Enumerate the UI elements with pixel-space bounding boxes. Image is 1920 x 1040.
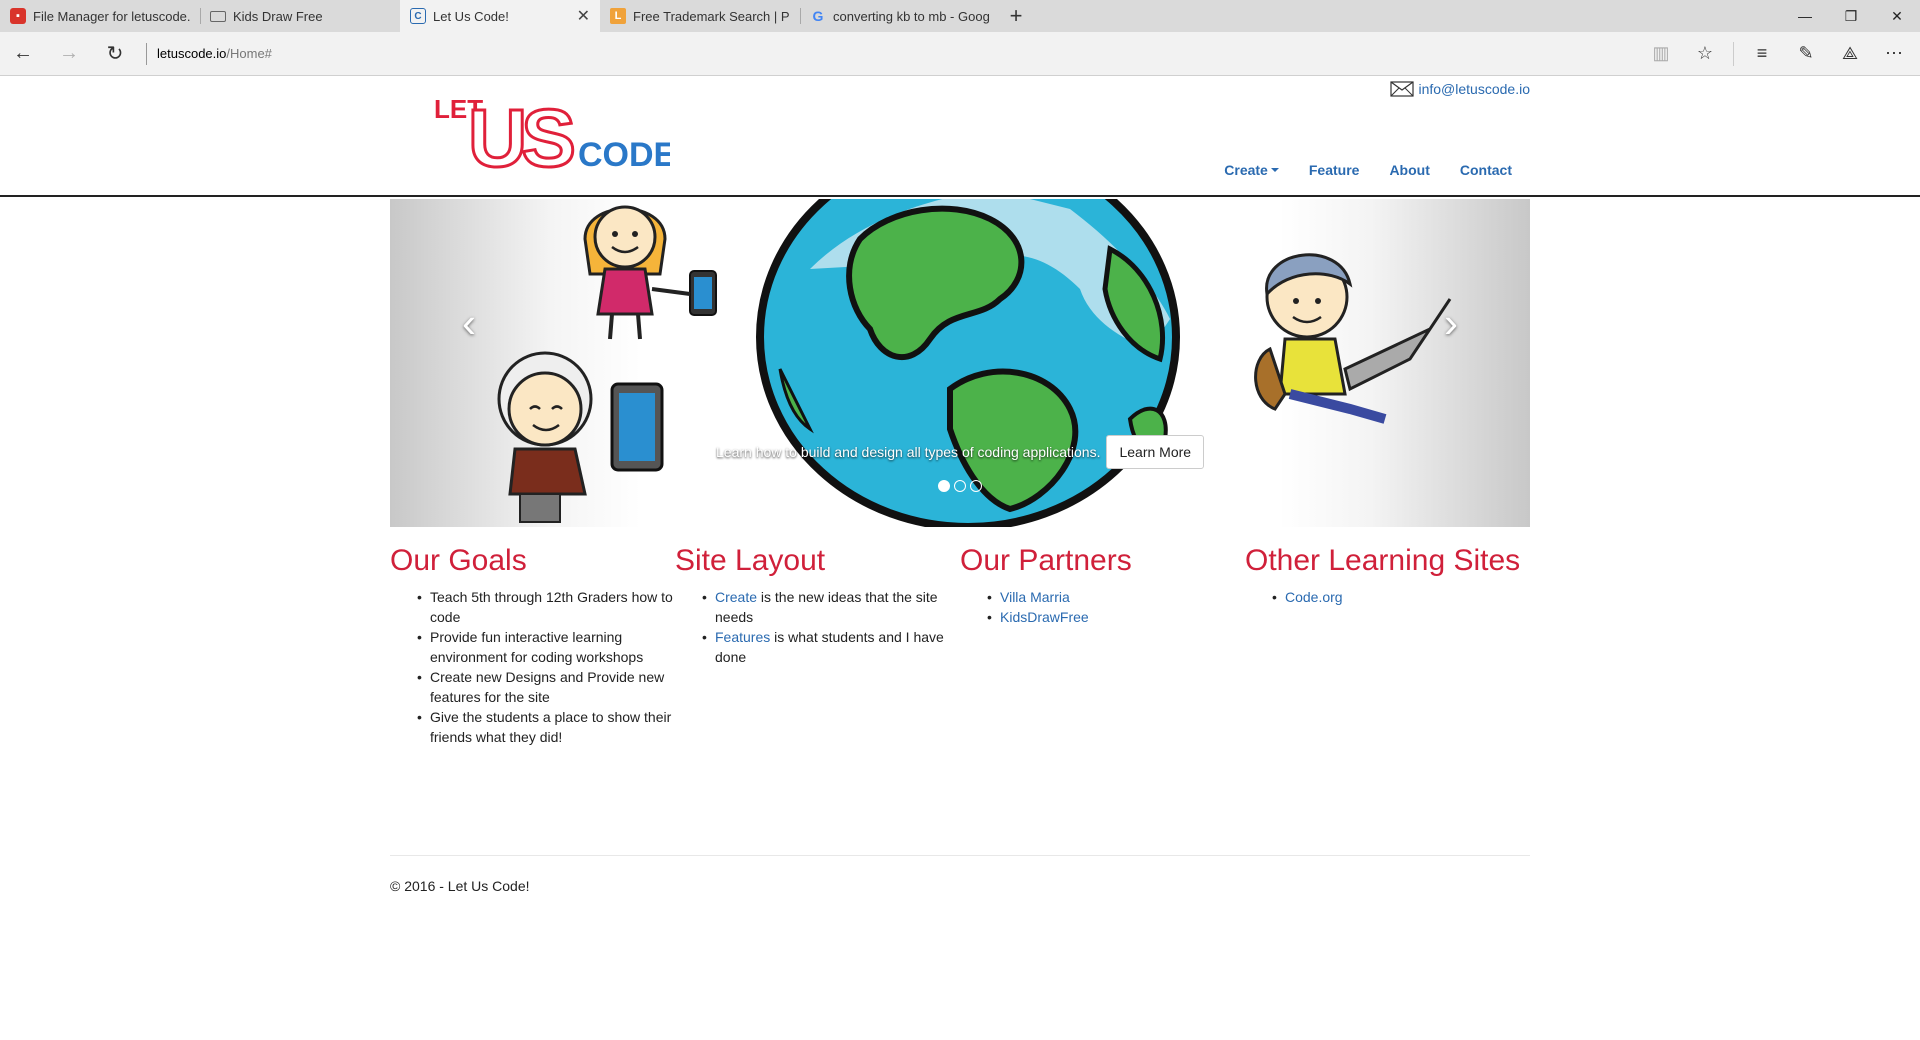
nav-create[interactable]: Create <box>1224 162 1279 178</box>
tab-google-search[interactable]: G converting kb to mb - Goog <box>800 0 1000 32</box>
code-org-link[interactable]: Code.org <box>1285 589 1343 605</box>
mail-icon <box>1390 81 1415 97</box>
tab-trademark-search[interactable]: L Free Trademark Search | Prc <box>600 0 800 32</box>
carousel-next-button[interactable]: › <box>1444 299 1458 347</box>
site-logo[interactable]: LET US CODE <box>430 92 670 172</box>
hero-carousel: ‹ › Learn how to build and design all ty… <box>390 199 1530 527</box>
carousel-indicator-1[interactable] <box>938 480 950 492</box>
minimize-icon[interactable]: — <box>1782 0 1828 32</box>
tab-file-manager[interactable]: ▪ File Manager for letuscode. <box>0 0 200 32</box>
web-note-icon[interactable]: ✎ <box>1784 32 1828 76</box>
list-item: Teach 5th through 12th Graders how to co… <box>417 587 675 627</box>
list-item: Create is the new ideas that the site ne… <box>702 587 960 627</box>
features-link[interactable]: Features <box>715 629 770 645</box>
list-item: Features is what students and I have don… <box>702 627 960 667</box>
list-item: Give the students a place to show their … <box>417 707 675 747</box>
carousel-indicator-3[interactable] <box>970 480 982 492</box>
url-path: /Home# <box>226 46 272 61</box>
carousel-indicators <box>938 480 982 492</box>
favorite-star-icon[interactable]: ☆ <box>1683 32 1727 76</box>
layout-heading: Site Layout <box>675 544 826 577</box>
tab-title: Free Trademark Search | Prc <box>633 8 790 24</box>
carousel-prev-button[interactable]: ‹ <box>462 299 476 347</box>
tab-title: Let Us Code! <box>433 8 509 24</box>
nav-feature[interactable]: Feature <box>1309 162 1360 178</box>
tab-title: Kids Draw Free <box>233 8 323 24</box>
trademark-icon: L <box>610 8 626 24</box>
browser-toolbar: ▥ ☆ ≡ ✎ ⟁ ⋯ <box>1639 32 1920 76</box>
other-sites-heading: Other Learning Sites <box>1245 544 1521 577</box>
main-nav: Create Feature About Contact <box>1194 162 1512 178</box>
more-icon[interactable]: ⋯ <box>1872 32 1916 76</box>
partners-heading: Our Partners <box>960 544 1132 577</box>
window-controls: — ❐ ✕ <box>1782 0 1920 32</box>
info-columns: Our Goals Teach 5th through 12th Graders… <box>390 544 1530 747</box>
other-sites-section: Other Learning Sites Code.org <box>1245 544 1530 747</box>
boy-illustration <box>1254 253 1452 424</box>
layout-section: Site Layout Create is the new ideas that… <box>675 544 960 747</box>
carousel-illustration <box>497 199 1452 527</box>
partners-section: Our Partners Villa Marria KidsDrawFree <box>960 544 1245 747</box>
site-header: LET US CODE info@letuscode.io Create Fea… <box>0 76 1920 197</box>
kidsdrawfree-link[interactable]: KidsDrawFree <box>1000 609 1089 625</box>
letuscode-icon: C <box>410 8 426 24</box>
villa-marria-link[interactable]: Villa Marria <box>1000 589 1070 605</box>
tab-strip: ▪ File Manager for letuscode. Kids Draw … <box>0 0 1920 32</box>
share-icon[interactable]: ⟁ <box>1828 32 1872 76</box>
logo-code: CODE <box>578 136 670 172</box>
divider <box>1733 41 1734 66</box>
create-link[interactable]: Create <box>715 589 757 605</box>
grandma-illustration <box>497 351 664 523</box>
list-item: Code.org <box>1272 587 1530 607</box>
nav-about[interactable]: About <box>1389 162 1429 178</box>
list-item: Create new Designs and Provide new featu… <box>417 667 675 707</box>
layout-list: Create is the new ideas that the site ne… <box>675 587 960 667</box>
list-item: KidsDrawFree <box>987 607 1245 627</box>
partners-list: Villa Marria KidsDrawFree <box>960 587 1245 627</box>
goals-heading: Our Goals <box>390 544 527 577</box>
new-tab-button[interactable]: + <box>1000 0 1032 32</box>
close-window-icon[interactable]: ✕ <box>1874 0 1920 32</box>
footer-divider <box>390 855 1530 856</box>
email-link[interactable]: info@letuscode.io <box>1418 81 1530 97</box>
refresh-button[interactable]: ↻ <box>92 32 138 76</box>
hub-icon[interactable]: ≡ <box>1740 32 1784 76</box>
google-icon: G <box>812 8 824 24</box>
footer-copyright: © 2016 - Let Us Code! <box>390 878 530 894</box>
list-item: Villa Marria <box>987 587 1245 607</box>
carousel-indicator-2[interactable] <box>954 480 966 492</box>
caret-down-icon <box>1270 168 1279 172</box>
address-bar[interactable]: letuscode.io/Home# <box>157 46 1639 61</box>
carousel-caption: Learn how to build and design all types … <box>716 435 1205 469</box>
nav-create-label: Create <box>1224 162 1268 178</box>
reading-view-icon[interactable]: ▥ <box>1639 32 1683 76</box>
forward-button[interactable]: → <box>46 32 92 76</box>
page-icon <box>210 10 226 22</box>
learn-more-button[interactable]: Learn More <box>1106 435 1205 469</box>
tab-title: File Manager for letuscode. <box>33 8 190 24</box>
address-bar-row: ← → ↻ letuscode.io/Home# ▥ ☆ ≡ ✎ ⟁ ⋯ <box>0 32 1920 76</box>
caption-text: Learn how to build and design all types … <box>716 444 1101 460</box>
url-host: letuscode.io <box>157 46 227 61</box>
tab-title: converting kb to mb - Goog <box>833 8 990 24</box>
other-sites-list: Code.org <box>1245 587 1530 607</box>
nav-contact[interactable]: Contact <box>1460 162 1512 178</box>
girl-illustration <box>583 205 717 340</box>
goals-list: Teach 5th through 12th Graders how to co… <box>390 587 675 747</box>
divider <box>146 42 147 65</box>
web-page: LET US CODE info@letuscode.io Create Fea… <box>0 76 1920 1040</box>
tab-let-us-code[interactable]: C Let Us Code! ✕ <box>400 0 600 32</box>
goals-section: Our Goals Teach 5th through 12th Graders… <box>390 544 675 747</box>
tab-kids-draw-free[interactable]: Kids Draw Free <box>200 0 400 32</box>
contact-email[interactable]: info@letuscode.io <box>1390 81 1530 97</box>
restore-icon[interactable]: ❐ <box>1828 0 1874 32</box>
list-item: Provide fun interactive learning environ… <box>417 627 675 667</box>
globe-illustration <box>756 199 1180 527</box>
back-button[interactable]: ← <box>0 32 46 76</box>
logo-us: US <box>468 93 573 172</box>
close-tab-icon[interactable]: ✕ <box>577 6 590 26</box>
file-manager-icon: ▪ <box>10 8 26 24</box>
